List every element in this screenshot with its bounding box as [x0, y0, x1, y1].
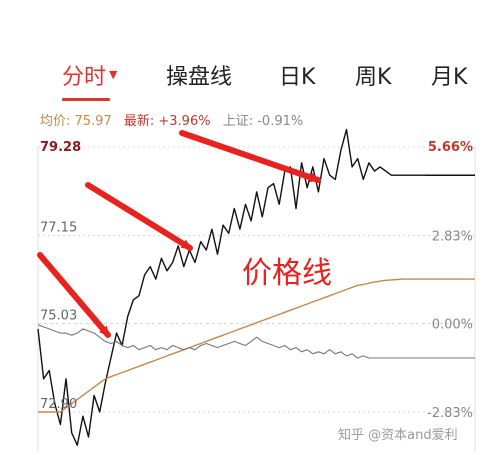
series-line-price — [37, 128, 425, 446]
y-tick-left: 72.90 — [40, 397, 77, 412]
red-arrow — [179, 130, 321, 183]
series-line-index — [37, 324, 425, 359]
intraday-chart: 79.28 77.15 75.03 72.90 5.66% 2.83% 0.00% -2.83… — [0, 0, 483, 455]
y-tick-left: 79.28 — [40, 140, 81, 155]
red-arrow — [85, 182, 193, 251]
y-tick-left: 75.03 — [40, 309, 77, 324]
y-tick-right: -2.83% — [427, 406, 473, 421]
watermark-text: 知乎 @资本and爱利 — [338, 428, 458, 443]
y-tick-left: 77.15 — [40, 220, 77, 235]
y-tick-right: 0.00% — [432, 318, 473, 333]
y-tick-right: 2.83% — [432, 229, 473, 244]
intraday-chart-svg: 79.28 77.15 75.03 72.90 5.66% 2.83% 0.00% -2.83… — [37, 128, 476, 452]
price-line-annotation: 价格线 — [242, 256, 332, 291]
series-line-average — [38, 278, 425, 413]
y-tick-right: 5.66% — [428, 140, 473, 155]
